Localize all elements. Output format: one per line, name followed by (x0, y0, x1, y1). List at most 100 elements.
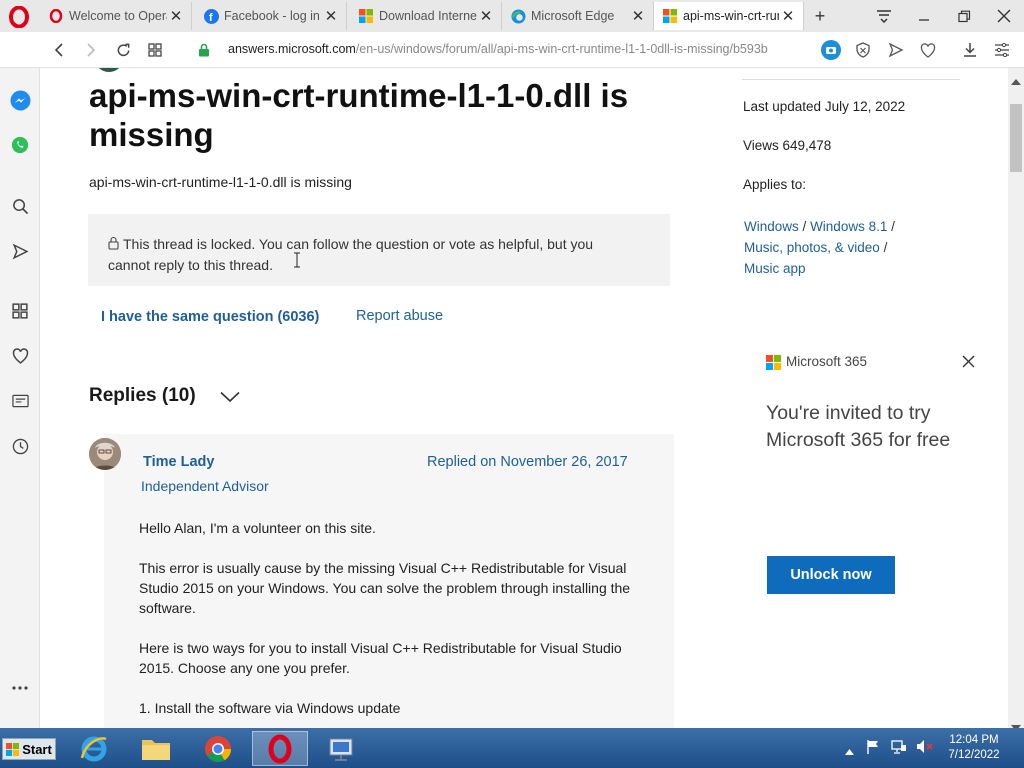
opera-sidebar (0, 68, 40, 728)
same-question-button[interactable]: I have the same question (6036) (101, 309, 319, 325)
easy-setup-icon[interactable] (990, 38, 1014, 62)
close-icon[interactable]: ✕ (629, 7, 647, 25)
tab-microsoft-edge[interactable]: Microsoft Edge ✕ (502, 2, 654, 30)
locked-notice: This thread is locked. You can follow th… (88, 214, 670, 286)
question-text: api-ms-win-crt-runtime-l1-1-0.dll is mis… (89, 174, 352, 190)
url-path: /en-us/windows/forum/all/api-ms-win-crt-… (355, 42, 768, 56)
tab-api-ms-win-crt[interactable]: api-ms-win-crt-runtime-l1-1-0.dll is mis… (654, 2, 804, 30)
clock-time: 12:04 PM (949, 734, 999, 746)
lock-icon[interactable] (192, 38, 216, 62)
back-icon[interactable] (47, 38, 71, 62)
page-content: api-ms-win-crt-runtime-l1-1-0.dll is mis… (40, 68, 1008, 728)
tag-music-app[interactable]: Music app (744, 261, 806, 276)
opera-taskbar-icon[interactable] (252, 731, 308, 766)
tab-download-ie[interactable]: Download Internet Explorer ✕ (350, 2, 502, 30)
tag-windows-8-1[interactable]: Windows 8.1 (810, 219, 887, 234)
internet-explorer-icon[interactable] (66, 731, 122, 766)
tab-title: Facebook - log in or sign up (224, 9, 322, 23)
close-icon[interactable]: ✕ (322, 7, 340, 25)
locked-notice-text: This thread is locked. You can follow th… (108, 235, 594, 273)
adblock-icon[interactable] (851, 38, 875, 62)
facebook-icon: f (203, 8, 219, 24)
ad-brand: Microsoft 365 (786, 354, 868, 369)
network-icon[interactable] (891, 739, 907, 759)
send-icon[interactable] (884, 38, 908, 62)
views-count: Views 649,478 (743, 138, 832, 153)
close-icon[interactable]: ✕ (167, 7, 185, 25)
tab-title: Download Internet Explorer (379, 9, 477, 23)
speed-dial-icon[interactable] (8, 299, 32, 323)
tab-title: Welcome to Opera (69, 9, 167, 23)
remote-app-icon[interactable] (314, 731, 370, 766)
tag-separator: / (802, 219, 807, 234)
scrollbar-thumb[interactable] (1010, 104, 1022, 172)
file-explorer-icon[interactable] (128, 731, 184, 766)
tab-menu-icon[interactable] (870, 4, 898, 28)
chevron-down-icon[interactable] (220, 390, 240, 408)
forward-icon[interactable] (79, 38, 103, 62)
close-icon[interactable]: ✕ (779, 7, 797, 25)
opera-menu-icon[interactable] (8, 5, 30, 29)
tab-welcome-opera[interactable]: Welcome to Opera ✕ (40, 2, 192, 30)
applies-to-tags: Windows / Windows 8.1 / Music, photos, &… (744, 216, 974, 279)
my-flow-send-icon[interactable] (8, 239, 32, 263)
download-icon[interactable] (958, 38, 982, 62)
bookmarks-heart-icon[interactable] (8, 344, 32, 368)
close-window-icon[interactable] (990, 4, 1018, 28)
reply-paragraph: Here is two ways for you to install Visu… (139, 640, 622, 676)
url-field[interactable]: answers.microsoft.com/en-us/windows/foru… (228, 42, 808, 56)
address-bar: answers.microsoft.com/en-us/windows/foru… (0, 32, 1024, 68)
url-host: answers.microsoft.com (228, 42, 356, 56)
snapshot-camera-icon[interactable] (819, 38, 843, 62)
opera-icon (48, 8, 64, 24)
replies-heading: Replies (10) (89, 385, 196, 406)
minimize-icon[interactable] (910, 4, 938, 28)
microsoft-logo-icon (766, 355, 781, 375)
author-name-link[interactable]: Time Lady (143, 454, 214, 470)
chrome-icon[interactable] (190, 731, 246, 766)
search-icon[interactable] (8, 194, 32, 218)
ad-headline: You're invited to try Microsoft 365 for … (766, 402, 951, 451)
page-title: api-ms-win-crt-runtime-l1-1-0.dll is mis… (89, 77, 629, 153)
close-ad-icon[interactable] (962, 355, 975, 373)
speed-dial-icon[interactable] (143, 38, 167, 62)
tab-bar: Welcome to Opera ✕ f Facebook - log in o… (0, 0, 1024, 32)
tab-facebook[interactable]: f Facebook - log in or sign up ✕ (195, 2, 347, 30)
applies-to-label: Applies to: (743, 177, 807, 192)
tab-title: Microsoft Edge (531, 9, 615, 23)
divider (742, 79, 960, 80)
messenger-icon[interactable] (8, 88, 32, 112)
edge-icon (510, 8, 526, 24)
report-abuse-link[interactable]: Report abuse (356, 308, 443, 324)
restore-icon[interactable] (950, 4, 978, 28)
tab-title: api-ms-win-crt-runtime-l1-1-0.dll is mis… (683, 9, 779, 23)
new-tab-plus-icon[interactable]: + (806, 4, 834, 28)
clock-date: 7/12/2022 (948, 749, 1000, 761)
volume-muted-icon[interactable] (916, 739, 933, 759)
tag-music-photos-video[interactable]: Music, photos, & video (744, 240, 880, 255)
reply-paragraph: Hello Alan, I'm a volunteer on this site… (139, 520, 376, 536)
history-clock-icon[interactable] (8, 434, 32, 458)
close-icon[interactable]: ✕ (477, 7, 495, 25)
author-avatar-partial (94, 68, 124, 72)
start-button[interactable]: Start (2, 738, 56, 760)
scroll-up-icon[interactable] (1011, 72, 1021, 90)
personal-news-icon[interactable] (8, 389, 32, 413)
more-options-icon[interactable] (8, 676, 32, 700)
action-center-flag-icon[interactable] (866, 739, 880, 759)
lock-icon (108, 235, 119, 255)
author-role: Independent Advisor (141, 478, 269, 494)
windows-taskbar: Start (0, 728, 1024, 768)
microsoft-icon (662, 8, 678, 24)
heart-icon[interactable] (916, 38, 940, 62)
reply-date-link[interactable]: Replied on November 26, 2017 (427, 454, 628, 470)
whatsapp-icon[interactable] (8, 133, 32, 157)
show-hidden-icons-icon[interactable] (845, 742, 854, 760)
unlock-now-button[interactable]: Unlock now (767, 556, 895, 594)
svg-text:f: f (208, 12, 212, 24)
tag-windows[interactable]: Windows (744, 219, 799, 234)
reply-paragraph: This error is usually cause by the missi… (139, 560, 631, 616)
reload-icon[interactable] (111, 38, 135, 62)
taskbar-clock[interactable]: 12:04 PM 7/12/2022 (946, 733, 1002, 763)
tag-separator: / (883, 240, 888, 255)
